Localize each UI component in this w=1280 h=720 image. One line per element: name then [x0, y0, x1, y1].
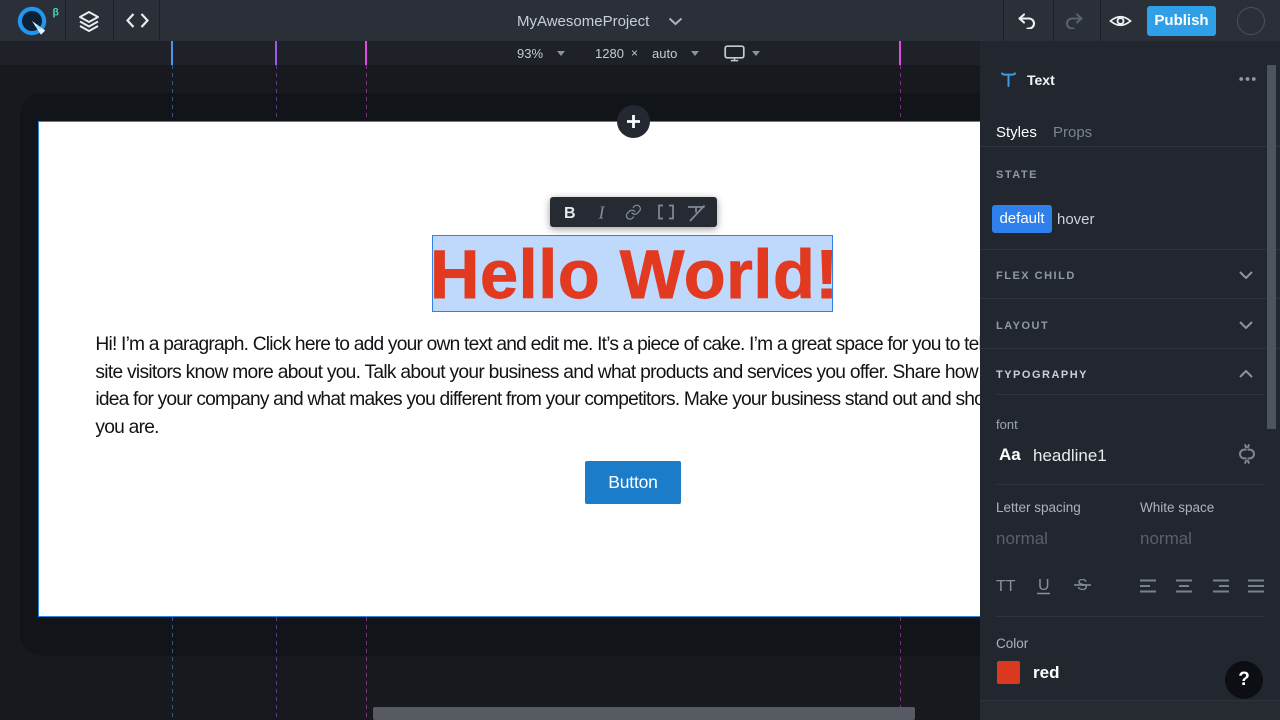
svg-text:β: β: [53, 7, 60, 19]
svg-text:U: U: [1038, 577, 1050, 594]
svg-text:I: I: [597, 203, 605, 223]
svg-text:TT: TT: [996, 578, 1016, 595]
svg-text:B: B: [564, 205, 576, 222]
